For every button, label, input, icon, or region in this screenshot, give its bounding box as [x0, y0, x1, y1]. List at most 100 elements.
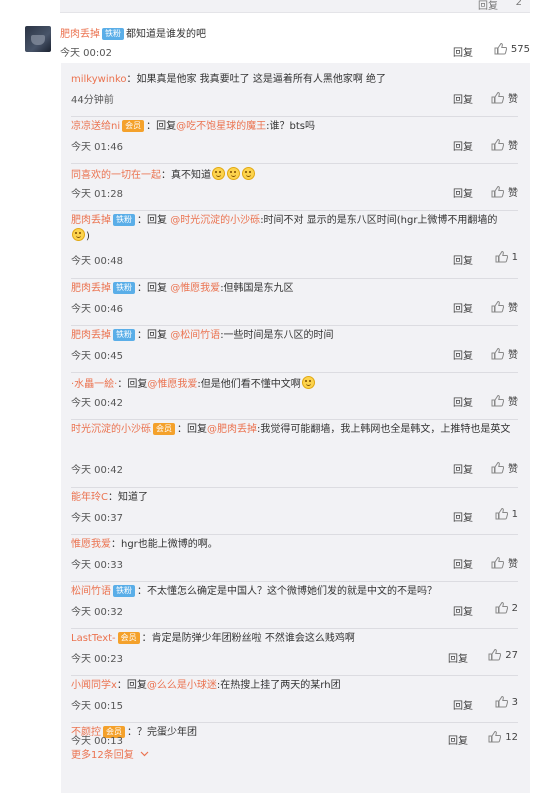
like-button[interactable]: 12	[488, 731, 518, 743]
more-replies-label: 更多12条回复	[71, 750, 134, 761]
like-button[interactable]: 赞	[491, 393, 518, 408]
like-button[interactable]: 575	[494, 43, 530, 55]
reply-button[interactable]: 回复	[453, 697, 473, 712]
reply-button[interactable]: 回复	[453, 91, 473, 106]
vip-badge[interactable]: 会员	[122, 120, 145, 132]
username-link[interactable]: 肥肉丢掉	[71, 330, 111, 341]
reply-button[interactable]: 回复	[453, 394, 473, 409]
reply-text: :时间不对 显示的是东八区时间(hgr上微博不用翻墙的	[260, 215, 498, 226]
mention-link[interactable]: @吃不饱星球的魔王	[176, 121, 266, 132]
laugh-emoji-icon	[72, 228, 85, 241]
reply-text: :谁？bts吗	[266, 121, 315, 132]
fan-badge[interactable]: 铁粉	[113, 329, 135, 341]
like-count: 1	[511, 251, 518, 263]
mention-link[interactable]: @惟愿我爱	[170, 283, 220, 294]
like-count: 赞	[508, 350, 518, 361]
fan-badge[interactable]: 铁粉	[113, 585, 135, 597]
username-link[interactable]: 能年玲C	[71, 492, 108, 503]
like-button[interactable]: 赞	[491, 137, 518, 152]
username-link[interactable]: 惟愿我爱	[71, 539, 111, 550]
mention-link[interactable]: @时光沉淀的小沙砾	[170, 215, 260, 226]
like-button[interactable]: 赞	[491, 346, 518, 361]
fan-badge[interactable]: 铁粉	[113, 282, 135, 294]
timestamp: 今天 01:46	[71, 142, 123, 153]
mention-link[interactable]: @惟愿我爱	[147, 379, 197, 390]
thumbs-up-icon	[491, 461, 504, 473]
like-button[interactable]: 1	[495, 251, 518, 263]
reply-line: 松间竹语 铁粉 ：不太懂怎么确定是中国人？这个微博她们发的就是中文的不是吗？	[71, 585, 511, 599]
like-button[interactable]: 赞	[491, 460, 518, 475]
reply-item: 肥肉丢掉 铁粉 ：回复 @惟愿我爱:但韩国是东九区 今天 00:46 回复 赞	[71, 282, 518, 326]
fan-badge[interactable]: 铁粉	[113, 214, 135, 226]
timestamp: 今天 00:37	[71, 513, 123, 524]
mention-link[interactable]: @么么是小球迷	[147, 680, 217, 691]
username-link[interactable]: 肥肉丢掉	[71, 283, 111, 294]
reply-item: 肥肉丢掉 铁粉 ：回复 @松间竹语:一些时间是东八区的时间 今天 00:45 回复 赞	[71, 329, 518, 373]
more-replies-link[interactable]: 更多12条回复	[71, 746, 149, 761]
username-link[interactable]: 肥肉丢掉	[71, 215, 111, 226]
reply-button[interactable]: 回复	[448, 732, 468, 747]
username-link[interactable]: 同喜欢的一切在一起	[71, 170, 161, 181]
reply-button[interactable]: 回复	[453, 347, 473, 362]
reply-line: milkywinko：如果真是他家 我真要吐了 这是逼着所有人黑他家啊 绝了	[71, 73, 511, 87]
timestamp: 今天 00:42	[71, 398, 123, 409]
username-link[interactable]: LastText-	[71, 633, 116, 644]
reply-text: ：？完蛋少年团	[127, 727, 197, 738]
comment-line: 肥肉丢掉 铁粉 都知道是谁发的吧	[60, 25, 206, 40]
reply-text: :但韩国是东九区	[220, 283, 294, 294]
username-link[interactable]: 肥肉丢掉	[60, 29, 100, 40]
username-link[interactable]: 松间竹语	[71, 586, 111, 597]
timestamp: 今天 01:28	[71, 189, 123, 200]
mention-link[interactable]: @松间竹语	[170, 330, 220, 341]
reply-button[interactable]: 回复	[448, 650, 468, 665]
vip-badge[interactable]: 会员	[117, 632, 140, 644]
reply-button[interactable]: 回复	[478, 0, 498, 12]
thumbs-up-icon	[491, 91, 504, 103]
reply-button[interactable]: 回复	[453, 185, 473, 200]
thumbs-up-icon	[491, 394, 504, 406]
reply-button[interactable]: 回复	[453, 603, 473, 618]
like-button[interactable]: 赞	[491, 90, 518, 105]
like-count: 赞	[508, 397, 518, 408]
like-button[interactable]: 27	[488, 649, 518, 661]
like-button[interactable]: 赞	[491, 555, 518, 570]
reply-button[interactable]: 回复	[453, 509, 473, 524]
username-link[interactable]: 凉凉送给ni	[71, 121, 120, 132]
like-button[interactable]: 赞	[491, 299, 518, 314]
like-count: 赞	[508, 141, 518, 152]
vip-badge[interactable]: 会员	[153, 423, 175, 435]
avatar[interactable]	[25, 26, 51, 52]
like-count: 赞	[508, 464, 518, 475]
timestamp: 今天 00:46	[71, 304, 123, 315]
username-link[interactable]: ·水畾一絵·	[71, 379, 117, 390]
reply-item: 肥肉丢掉 铁粉 ：回复 @时光沉淀的小沙砾:时间不对 显示的是东八区时间(hgr上微…	[71, 214, 518, 279]
thumbs-up-icon	[491, 185, 504, 197]
smile-emoji-icon	[301, 376, 315, 389]
username-link[interactable]: 时光沉淀的小沙砾	[71, 424, 151, 435]
reply-button[interactable]: 回复	[453, 44, 473, 59]
like-button[interactable]: 1	[495, 508, 518, 520]
username-link[interactable]: milkywinko	[71, 74, 127, 85]
fan-badge[interactable]: 铁粉	[102, 28, 124, 40]
like-count: 赞	[508, 188, 518, 199]
reply-button[interactable]: 回复	[453, 461, 473, 476]
thumbs-up-icon	[494, 43, 507, 55]
thumbs-up-icon	[495, 251, 508, 263]
thumbs-up-icon	[491, 138, 504, 150]
reply-line: 肥肉丢掉 铁粉 ：回复 @惟愿我爱:但韩国是东九区	[71, 282, 511, 296]
like-button[interactable]: 2	[495, 602, 518, 614]
reply-button[interactable]: 回复	[453, 300, 473, 315]
mention-link[interactable]: @肥肉丢掉	[207, 424, 257, 435]
reply-line: 肥肉丢掉 铁粉 ：回复 @松间竹语:一些时间是东八区的时间	[71, 329, 511, 343]
reply-button[interactable]: 回复	[453, 138, 473, 153]
thumbs-up-icon	[491, 347, 504, 359]
like-button[interactable]: 2	[516, 0, 522, 8]
like-count: 赞	[508, 559, 518, 570]
like-button[interactable]: 赞	[491, 184, 518, 199]
reply-text: :一些时间是东八区的时间	[220, 330, 334, 341]
reply-button[interactable]: 回复	[453, 252, 473, 267]
like-button[interactable]: 3	[495, 696, 518, 708]
timestamp: 今天 00:32	[71, 607, 123, 618]
reply-button[interactable]: 回复	[453, 556, 473, 571]
username-link[interactable]: 小闻同学x	[71, 680, 117, 691]
